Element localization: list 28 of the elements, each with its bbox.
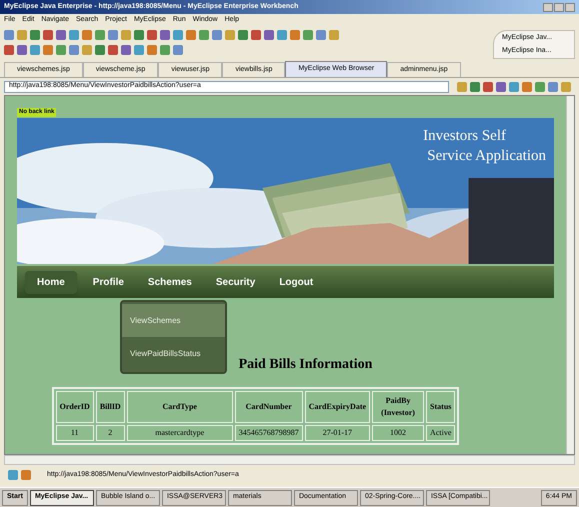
- table-cell: 11: [56, 425, 94, 441]
- banner-title: Service Application: [427, 147, 546, 166]
- horizontal-scrollbar[interactable]: [4, 455, 575, 465]
- nav-item[interactable]: Schemes: [140, 270, 200, 294]
- table-cell: Active: [426, 425, 456, 441]
- column-header: Status: [426, 391, 456, 423]
- close-button[interactable]: [565, 2, 575, 12]
- column-header: OrderID: [56, 391, 94, 423]
- nav-item[interactable]: Logout: [271, 270, 322, 294]
- banner-title: Investors Self: [423, 127, 507, 146]
- column-header: BillID: [96, 391, 125, 423]
- table-cell: 1002: [372, 425, 424, 441]
- table-cell: 27-01-17: [304, 425, 370, 441]
- dropdown-item[interactable]: ViewPaidBillsStatus: [122, 337, 225, 370]
- nav-item[interactable]: Security: [208, 270, 264, 294]
- column-header: CardExpiryDate: [304, 391, 370, 423]
- table-cell: 345465768798987: [234, 425, 303, 441]
- table-cell: 2: [96, 425, 125, 441]
- nav-item[interactable]: Home: [25, 270, 77, 294]
- column-header: CardNumber: [234, 391, 303, 423]
- vertical-scrollbar[interactable]: [566, 96, 574, 454]
- nav-item[interactable]: Profile: [84, 270, 132, 294]
- column-header: PaidBy (Investor): [372, 391, 424, 423]
- page-heading: Paid Bills Information: [238, 356, 372, 374]
- minimize-button[interactable]: [543, 2, 553, 12]
- column-header: CardType: [126, 391, 233, 423]
- table-cell: mastercardtype: [126, 425, 233, 441]
- maximize-button[interactable]: [554, 2, 564, 12]
